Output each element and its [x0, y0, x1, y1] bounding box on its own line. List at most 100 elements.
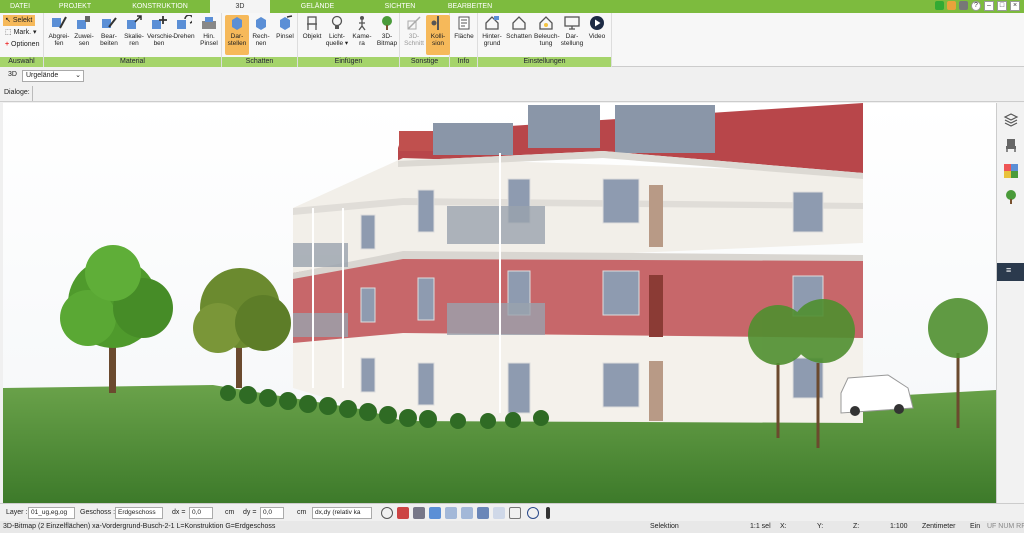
chair-icon[interactable]: [1003, 137, 1019, 153]
status-flags: UF NUM RF: [987, 523, 1024, 530]
status-x: X:: [780, 523, 787, 530]
group-caption: Schatten: [222, 57, 297, 67]
schatten-pinsel-button[interactable]: Pinsel: [273, 15, 297, 40]
right-side-panel: ≡: [996, 103, 1024, 503]
chair-icon: [307, 16, 317, 30]
dy-unit: cm: [297, 509, 307, 516]
darstellen-button[interactable]: Dar- stellen: [225, 15, 249, 55]
flaeche-button[interactable]: Fläche: [452, 15, 476, 40]
disk-icon[interactable]: [959, 1, 968, 10]
group-schatten: Dar- stellen Rech- nen Pinsel Schatten: [222, 13, 298, 67]
monitor-icon: [564, 16, 580, 30]
layers-icon[interactable]: [1003, 111, 1019, 127]
optionen-button[interactable]: + Optionen: [3, 39, 39, 50]
eyedropper-icon: [52, 16, 67, 29]
group-caption: Sonstige: [400, 57, 449, 67]
panel-collapse-handle[interactable]: ≡: [997, 263, 1024, 281]
scale-icon: [127, 15, 142, 29]
3d-bitmap-button[interactable]: 3D- Bitmap: [375, 15, 399, 47]
tree-icon[interactable]: [1003, 189, 1019, 205]
tab-datei[interactable]: DATEI: [0, 0, 40, 13]
copy-icon[interactable]: [429, 507, 441, 519]
status-selektion: Selektion: [650, 523, 679, 530]
darstellung-button[interactable]: Dar- stellung: [560, 15, 584, 47]
clock-icon[interactable]: [381, 507, 393, 519]
line-tool-icon[interactable]: [445, 507, 457, 519]
beleuchtung-button[interactable]: Beleuch- tung: [534, 15, 560, 47]
status-bar: 3D-Bitmap (2 Einzelflächen) xa-Vordergru…: [0, 521, 1024, 533]
divider: [32, 86, 33, 101]
lighting-house-icon: [539, 16, 553, 30]
lichtquelle-button[interactable]: Licht- quelle ▾: [325, 15, 349, 47]
edit-material-icon: [102, 17, 117, 28]
collision-icon: [431, 16, 439, 30]
verschieben-button[interactable]: Verschie- ben: [147, 15, 174, 47]
tab-sichten[interactable]: SICHTEN: [365, 0, 435, 13]
drehen-button[interactable]: Drehen: [172, 15, 196, 40]
pin-icon[interactable]: [546, 507, 550, 519]
tab-konstruktion[interactable]: KONSTRUKTION: [110, 0, 210, 13]
dy-label: dy =: [243, 509, 257, 516]
video-button[interactable]: Video: [585, 15, 609, 40]
camera-person-icon: [358, 16, 366, 31]
tab-bearbeiten[interactable]: BEARBEITEN: [435, 0, 505, 13]
tab-projekt[interactable]: PROJEKT: [40, 0, 110, 13]
3d-schnitt-button[interactable]: 3D- Schnitt: [402, 15, 426, 47]
close-button[interactable]: ×: [1010, 1, 1020, 11]
group-einstellungen: Hinter- grund Schatten Beleuch- tung Dar…: [478, 13, 612, 67]
status-ein: Ein: [970, 523, 981, 530]
3d-scene-render: [3, 103, 996, 503]
kamera-button[interactable]: Kame- ra: [350, 15, 374, 47]
hintergrund-button[interactable]: Hinter- grund: [480, 15, 504, 47]
minimize-button[interactable]: –: [984, 1, 994, 11]
dialog-bar: Dialoge:: [0, 85, 1024, 102]
schatten-einstellung-button[interactable]: Schatten: [505, 15, 533, 40]
plus-icon: +: [5, 41, 10, 48]
fill-icon[interactable]: [477, 507, 489, 519]
grid-icon[interactable]: [509, 507, 521, 519]
layer-select[interactable]: 01_ug,eg,og: [28, 507, 75, 519]
print-icon[interactable]: [947, 1, 956, 10]
materials-icon[interactable]: [1003, 163, 1019, 179]
rechnen-button[interactable]: Rech- nen: [249, 15, 273, 47]
abgreifen-button[interactable]: Abgrei- fen: [47, 15, 71, 47]
mark-button[interactable]: ⬚ Mark. ▾: [3, 27, 37, 38]
coordinate-mode-select[interactable]: dx,dy (relativ ka: [312, 507, 372, 519]
help-button[interactable]: ?: [971, 1, 981, 11]
kollision-button[interactable]: Kolli- sion: [426, 15, 450, 55]
3d-viewport[interactable]: [3, 103, 996, 503]
maximize-button[interactable]: □: [997, 1, 1007, 11]
status-info: 3D-Bitmap (2 Einzelflächen) xa-Vordergru…: [3, 523, 276, 530]
dx-input[interactable]: 0,0: [189, 507, 213, 519]
geschoss-label: Geschoss :: [80, 509, 116, 516]
menu-icon: ≡: [1006, 265, 1012, 275]
group-caption: Info: [450, 57, 477, 67]
layer-tool-icon[interactable]: [493, 507, 505, 519]
snap-icon[interactable]: [461, 507, 473, 519]
assign-material-icon: [77, 16, 90, 29]
status-z: Z:: [853, 523, 860, 530]
radius-icon[interactable]: [527, 507, 539, 519]
print-icon[interactable]: [413, 507, 425, 519]
skalieren-button[interactable]: Skalie- ren: [122, 15, 146, 47]
shadow-house-icon: [512, 16, 526, 30]
status-selection-count: 1:1 sel: [750, 523, 771, 530]
objekt-button[interactable]: Objekt: [300, 15, 324, 40]
monitor-icon[interactable]: [397, 507, 409, 519]
group-info: Fläche Info: [450, 13, 478, 67]
tab-gelaende[interactable]: GELÄNDE: [270, 0, 365, 13]
dx-label: dx =: [172, 509, 186, 516]
selekt-button[interactable]: ↖ Selekt: [3, 15, 35, 26]
layer-label: Layer :: [6, 509, 28, 516]
status-y: Y:: [817, 523, 824, 530]
tab-3d[interactable]: 3D: [210, 0, 270, 13]
geschoss-select[interactable]: Erdgeschoss: [115, 507, 163, 519]
terrain-select[interactable]: Urgelände ⌄: [22, 70, 84, 82]
dx-unit: cm: [225, 509, 235, 516]
pen-icon[interactable]: [935, 1, 944, 10]
hintergrund-pinsel-button[interactable]: Hin. Pinsel: [197, 15, 221, 47]
group-einfuegen: Objekt Licht- quelle ▾ Kame- ra 3D- Bitm…: [298, 13, 400, 67]
bearbeiten-button[interactable]: Bear- beiten: [97, 15, 121, 47]
zuweisen-button[interactable]: Zuwei- sen: [72, 15, 96, 47]
dy-input[interactable]: 0,0: [260, 507, 284, 519]
